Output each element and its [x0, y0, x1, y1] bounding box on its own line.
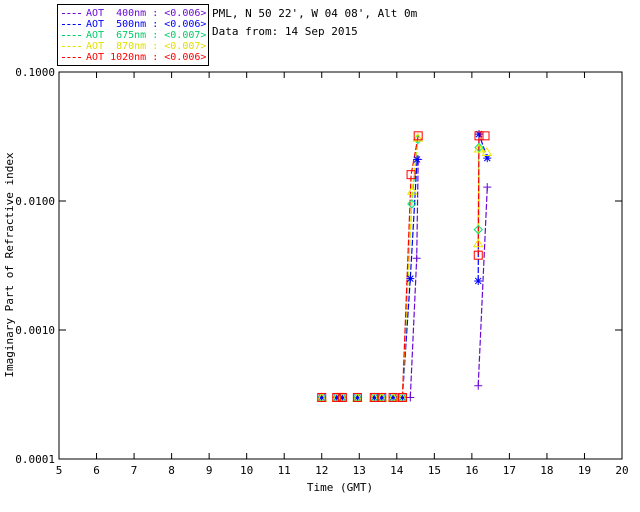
x-tick-label: 11 [278, 464, 291, 477]
x-tick-label: 8 [168, 464, 175, 477]
legend-entry-label: AOT 675nm : <0.007> [86, 30, 207, 41]
legend-line-sample [62, 13, 81, 14]
x-tick-label: 7 [131, 464, 138, 477]
legend-line-sample [62, 57, 81, 58]
marker-plus [483, 183, 492, 192]
marker-plus [474, 381, 483, 390]
legend-line-sample [62, 46, 81, 47]
x-tick-label: 17 [503, 464, 516, 477]
series-line-400nm [477, 187, 488, 386]
x-tick-label: 6 [93, 464, 100, 477]
legend-entry-4: AOT 1020nm : <0.006> [62, 52, 206, 63]
marker-plus [406, 393, 415, 402]
marker-asterisk [474, 276, 483, 285]
legend-entry-1: AOT 500nm : <0.006> [62, 19, 206, 30]
marker-square [480, 131, 490, 141]
y-tick-label: 0.0001 [15, 453, 55, 466]
legend-entry-0: AOT 400nm : <0.006> [62, 8, 206, 19]
legend-entry-label: AOT 400nm : <0.006> [86, 8, 207, 19]
series-line-1020nm [477, 135, 480, 256]
x-tick-label: 14 [390, 464, 404, 477]
marker-asterisk [474, 130, 483, 139]
legend-entry-label: AOT 1020nm : <0.006> [86, 52, 207, 63]
marker-asterisk [413, 155, 422, 164]
legend-entry-label: AOT 500nm : <0.006> [86, 19, 207, 30]
y-tick-label: 0.0010 [15, 324, 55, 337]
plot-data [316, 130, 493, 403]
y-tick-label: 0.1000 [15, 66, 55, 79]
x-tick-label: 13 [353, 464, 366, 477]
legend-entry-3: AOT 870nm : <0.007> [62, 41, 206, 52]
header-line1: PML, N 50 22', W 04 08', Alt 0m [212, 7, 418, 20]
x-tick-label: 9 [206, 464, 213, 477]
x-tick-label: 12 [315, 464, 328, 477]
header-line2: Data from: 14 Sep 2015 [212, 25, 358, 38]
plot-window: 5 6 7 8 9 10 11 12 13 14 15 16 17 18 19 20 0.1000 0.0100 0… [0, 0, 640, 512]
x-tick-label: 5 [56, 464, 63, 477]
legend-line-sample [62, 35, 81, 36]
x-tick-label: 20 [615, 464, 628, 477]
x-axis-label: Time (GMT) [307, 481, 373, 494]
x-tick-label: 19 [578, 464, 591, 477]
x-tick-label: 10 [240, 464, 253, 477]
marker-asterisk [406, 274, 415, 283]
x-tick-label: 15 [428, 464, 441, 477]
legend-box: AOT 400nm : <0.006> AOT 500nm : <0.006> AO… [57, 4, 209, 66]
legend-line-sample [62, 24, 81, 25]
legend-entry-label: AOT 870nm : <0.007> [86, 41, 207, 52]
axes: 5 6 7 8 9 10 11 12 13 14 15 16 17 18 19 20 0.1000 0.0100 0… [15, 66, 628, 477]
marker-plus [412, 254, 421, 263]
y-axis-label: Imaginary Part of Refractive index [3, 152, 16, 378]
x-tick-label: 18 [540, 464, 553, 477]
legend-entry-2: AOT 675nm : <0.007> [62, 30, 206, 41]
chart-canvas: 5 6 7 8 9 10 11 12 13 14 15 16 17 18 19 20 0.1000 0.0100 0… [3, 7, 629, 494]
y-tick-label: 0.0100 [15, 195, 55, 208]
x-tick-label: 16 [465, 464, 478, 477]
